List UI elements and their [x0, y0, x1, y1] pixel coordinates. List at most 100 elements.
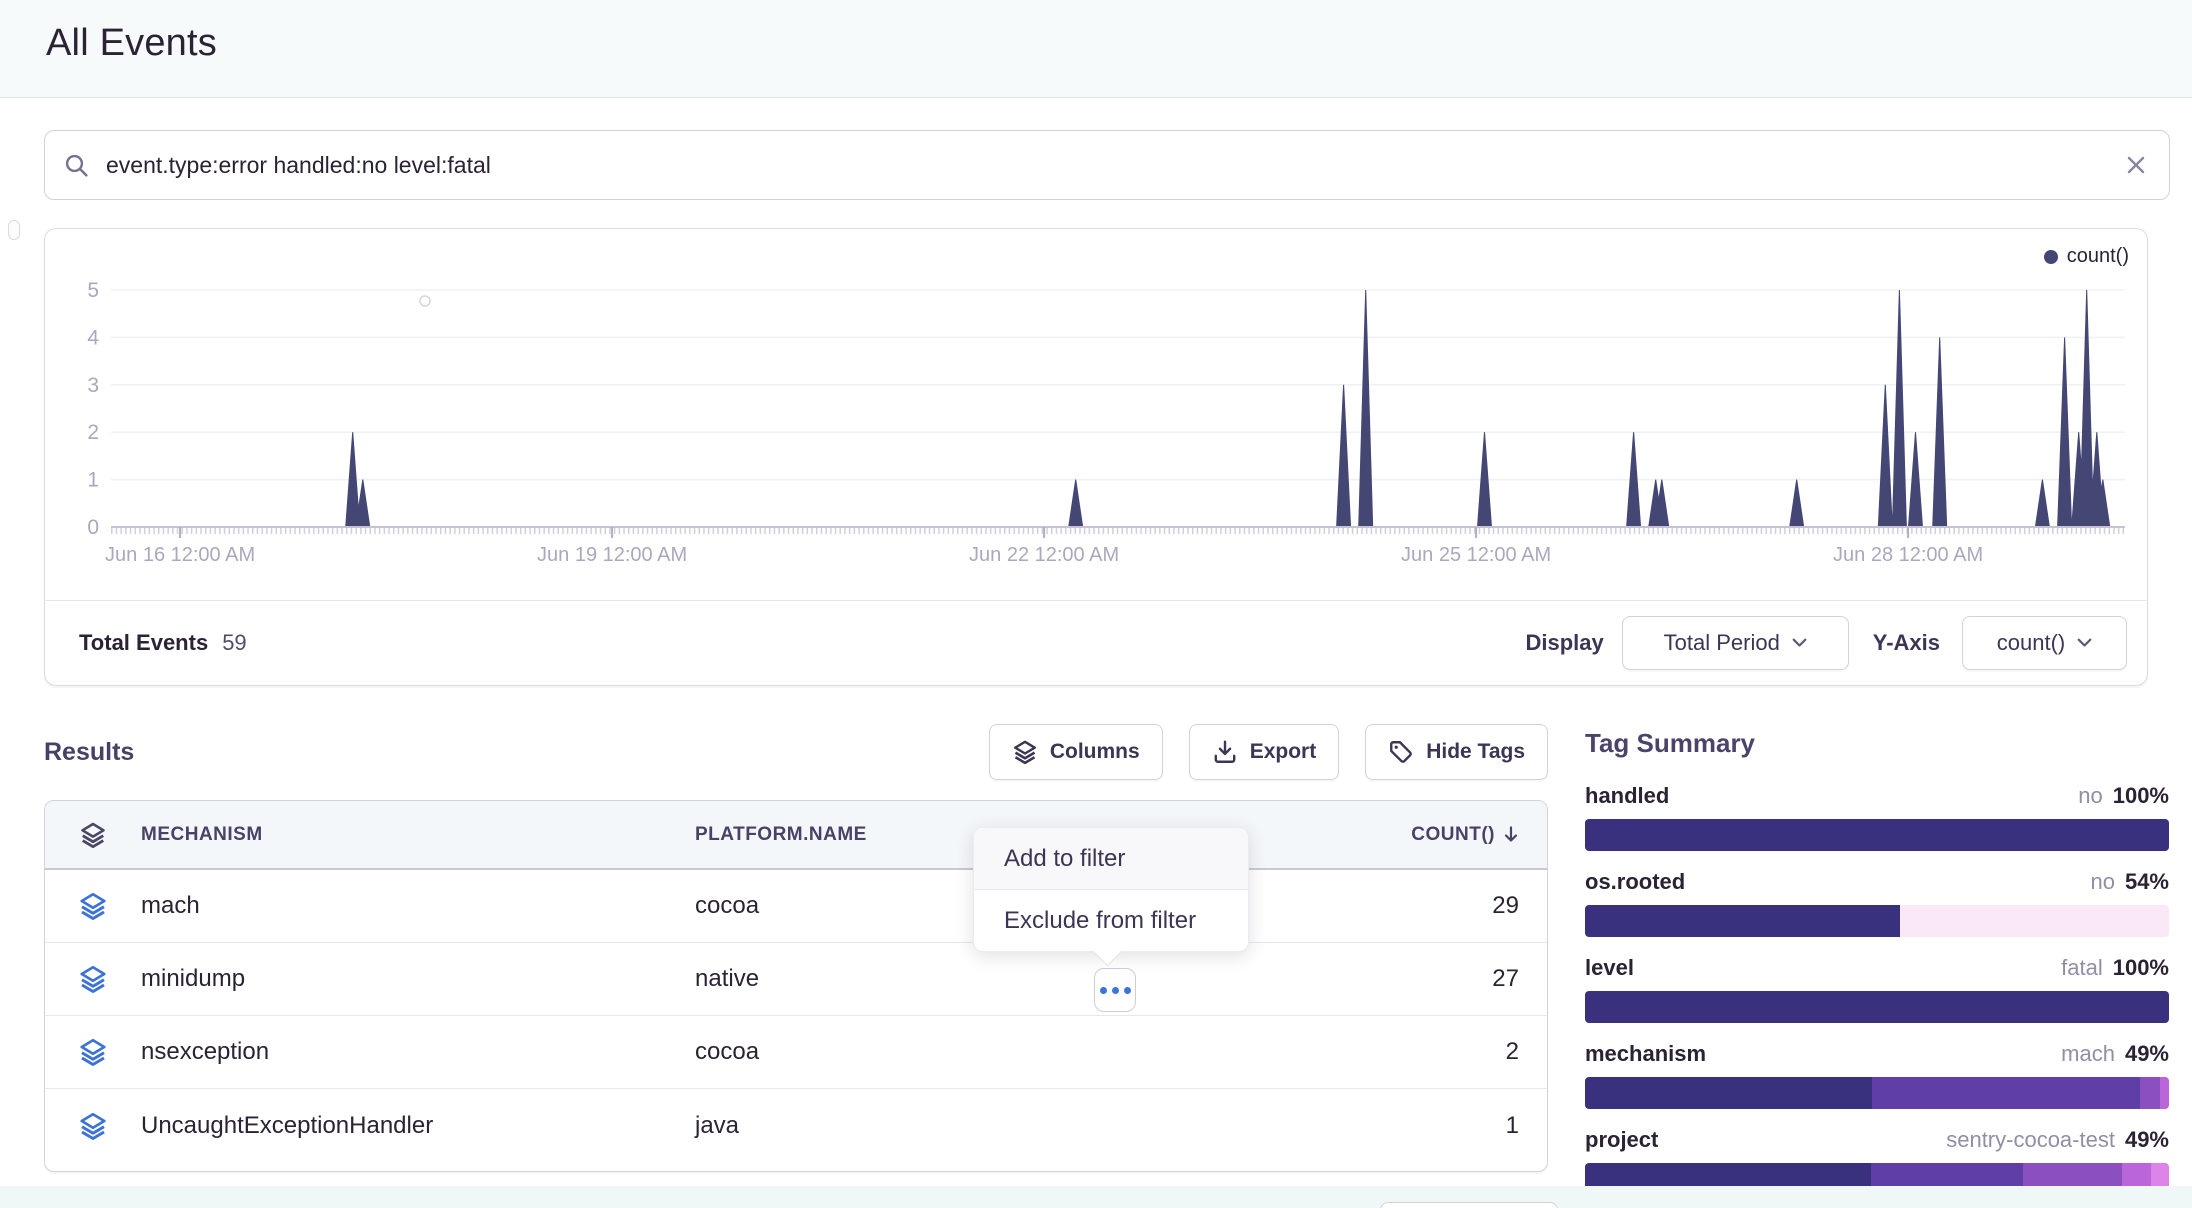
- stack-icon: [1012, 739, 1038, 765]
- yaxis-dropdown[interactable]: count(): [1962, 616, 2127, 670]
- x-axis-tick-label: Jun 28 12:00 AM: [1833, 544, 1983, 567]
- all-events-page: All Events 012345 Jun 16 12:00 AMJun 19 …: [0, 0, 2192, 1208]
- svg-text:5: 5: [87, 279, 99, 302]
- tag-name: mechanism: [1585, 1041, 1706, 1067]
- display-label: Display: [1525, 630, 1603, 656]
- stack-icon: [78, 1111, 108, 1141]
- yaxis-label: Y-Axis: [1873, 630, 1940, 656]
- legend-label: count(): [2067, 245, 2129, 268]
- tag-item: projectsentry-cocoa-test49%: [1585, 1127, 2169, 1195]
- table-header-icon-cell[interactable]: [45, 821, 141, 849]
- table-row[interactable]: machcocoa29: [45, 870, 1547, 943]
- table-row[interactable]: minidumpnative27: [45, 943, 1547, 1016]
- column-header-count-label: COUNT(): [1411, 824, 1495, 846]
- tag-bar-segment[interactable]: [1585, 1077, 1872, 1109]
- columns-button[interactable]: Columns: [989, 724, 1163, 780]
- hide-tags-button[interactable]: Hide Tags: [1365, 724, 1548, 780]
- tag-list: handledno100%os.rootedno54%levelfatal100…: [1585, 783, 2169, 1195]
- tag-top-value: fatal: [2061, 955, 2103, 980]
- tag-distribution-bar[interactable]: [1585, 991, 2169, 1023]
- tag-bar-segment[interactable]: [1900, 905, 2169, 937]
- panel-grip[interactable]: [8, 220, 20, 240]
- search-icon: [63, 152, 90, 179]
- tag-percent: 49%: [2125, 1127, 2169, 1152]
- svg-text:2: 2: [87, 421, 99, 444]
- cell-mechanism: nsexception: [141, 1038, 695, 1066]
- tag-percent: 54%: [2125, 869, 2169, 894]
- stack-icon: [78, 964, 108, 994]
- tag-item: level fatal 100%: [1585, 955, 2169, 1023]
- table-body: machcocoa29minidumpnative27nsexceptionco…: [45, 870, 1547, 1162]
- tag-summary: Tag Summary handledno100%os.rootedno54%l…: [1585, 728, 2169, 1208]
- tag-top-value: no: [2078, 783, 2102, 808]
- svg-text:0: 0: [87, 516, 99, 539]
- cell-count: 27: [1255, 965, 1547, 993]
- cell-count: 29: [1255, 892, 1547, 920]
- tag-distribution-bar[interactable]: [1585, 905, 2169, 937]
- cell-platform: cocoa: [695, 1038, 1255, 1066]
- tag-bar-segment[interactable]: [2160, 1077, 2169, 1109]
- export-button[interactable]: Export: [1189, 724, 1340, 780]
- legend-count[interactable]: count(): [2044, 245, 2129, 268]
- pagination-buttons[interactable]: [1380, 1202, 1558, 1208]
- events-chart: 012345: [45, 229, 2149, 579]
- total-events-label: Total Events: [79, 630, 208, 656]
- tag-bar-segment[interactable]: [1585, 905, 1900, 937]
- cell-platform: java: [695, 1112, 1255, 1140]
- page-background-strip: [0, 1186, 2192, 1208]
- cell-count: 1: [1255, 1112, 1547, 1140]
- row-actions-button[interactable]: [1094, 968, 1136, 1012]
- tag-distribution-bar[interactable]: [1585, 819, 2169, 851]
- tag-bar-segment[interactable]: [1872, 1077, 2139, 1109]
- x-axis-tick-label: Jun 16 12:00 AM: [105, 544, 255, 567]
- search-input[interactable]: [104, 151, 2123, 180]
- svg-text:1: 1: [87, 469, 99, 492]
- tag-percent: 49%: [2125, 1041, 2169, 1066]
- tag-bar-segment[interactable]: [1585, 819, 2169, 851]
- menu-item-add-to-filter[interactable]: Add to filter: [974, 828, 1248, 889]
- sort-desc-icon: [1503, 826, 1519, 844]
- tag-item: handledno100%: [1585, 783, 2169, 851]
- tag-bar-segment[interactable]: [2140, 1077, 2160, 1109]
- search-bar[interactable]: [44, 130, 2170, 200]
- tag-item: mechanism mach 49%: [1585, 1041, 2169, 1109]
- chevron-down-icon: [1792, 638, 1807, 648]
- cell-count: 2: [1255, 1038, 1547, 1066]
- events-chart-panel: 012345 Jun 16 12:00 AMJun 19 12:00 AMJun…: [44, 228, 2148, 686]
- tag-name: os.rooted: [1585, 869, 1685, 895]
- yaxis-dropdown-value: count(): [1997, 630, 2065, 656]
- x-axis-tick-label: Jun 19 12:00 AM: [537, 544, 687, 567]
- tag-name: project: [1585, 1127, 1658, 1153]
- table-row[interactable]: UncaughtExceptionHandlerjava1: [45, 1089, 1547, 1162]
- legend-dot-icon: [2044, 250, 2058, 264]
- tag-top-value: mach: [2061, 1041, 2115, 1066]
- download-icon: [1212, 739, 1238, 765]
- page-title: All Events: [46, 22, 217, 65]
- stack-icon: [78, 1037, 108, 1067]
- column-header-mechanism[interactable]: MECHANISM: [141, 824, 695, 846]
- display-dropdown[interactable]: Total Period: [1622, 616, 1849, 670]
- tag-top-value: no: [2090, 869, 2114, 894]
- results-table: MECHANISM PLATFORM.NAME COUNT() machcoco…: [44, 800, 1548, 1172]
- chevron-down-icon: [2077, 638, 2092, 648]
- column-header-count[interactable]: COUNT(): [1255, 824, 1547, 846]
- x-axis-tick-label: Jun 22 12:00 AM: [969, 544, 1119, 567]
- table-header: MECHANISM PLATFORM.NAME COUNT(): [45, 801, 1547, 870]
- tag-percent: 100%: [2113, 955, 2169, 980]
- stack-icon: [78, 891, 108, 921]
- tag-name: level: [1585, 955, 1634, 981]
- clear-search-icon[interactable]: [2123, 152, 2149, 178]
- chart-footer: Total Events 59 Display Total Period Y-A…: [45, 600, 2147, 685]
- tag-bar-segment[interactable]: [1585, 991, 2169, 1023]
- tag-distribution-bar[interactable]: [1585, 1077, 2169, 1109]
- tag-percent: 100%: [2113, 783, 2169, 808]
- cell-platform: native: [695, 965, 1255, 993]
- table-row[interactable]: nsexceptioncocoa2: [45, 1016, 1547, 1089]
- x-axis-tick-label: Jun 25 12:00 AM: [1401, 544, 1551, 567]
- cell-mechanism: UncaughtExceptionHandler: [141, 1112, 695, 1140]
- svg-text:3: 3: [87, 374, 99, 397]
- results-heading: Results: [44, 738, 134, 767]
- x-axis-labels: Jun 16 12:00 AM Jun 19 12:00 AM Jun 22 12:…: [45, 544, 2147, 570]
- results-toolbar: Results Columns Export: [44, 714, 1548, 790]
- hide-tags-button-label: Hide Tags: [1426, 740, 1525, 764]
